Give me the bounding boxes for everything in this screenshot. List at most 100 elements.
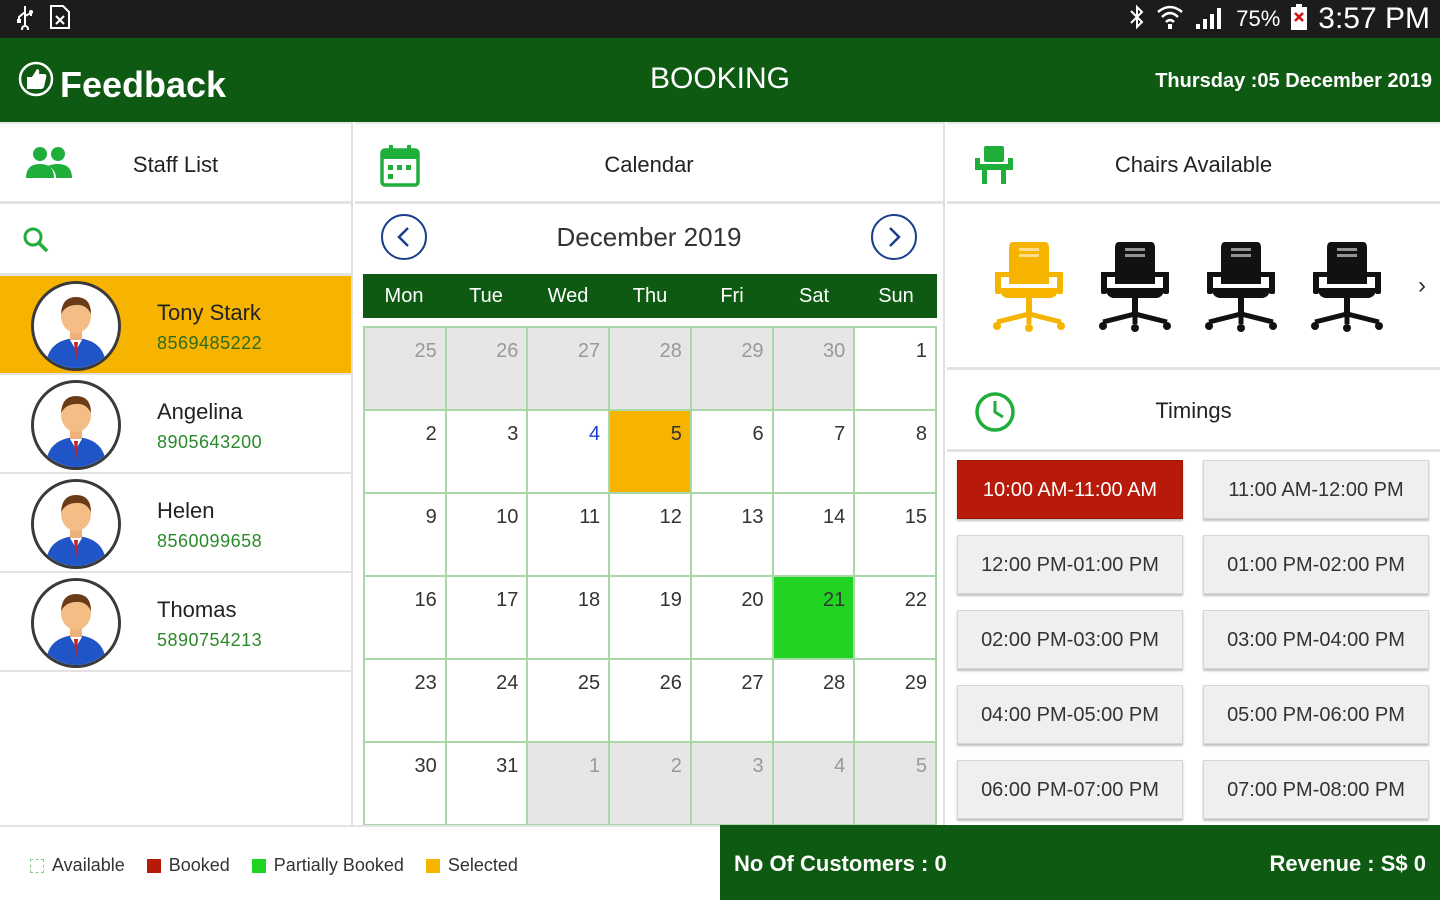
calendar-day-cell[interactable]: 17 [446, 577, 529, 660]
legend-swatch [30, 858, 44, 873]
timing-slot-button[interactable]: 04:00 PM-05:00 PM [957, 685, 1183, 744]
month-navigator: December 2019 [355, 204, 943, 274]
calendar-day-cell[interactable]: 22 [855, 577, 937, 660]
day-number: 29 [904, 672, 927, 694]
calendar-day-cell[interactable]: 4 [773, 743, 856, 826]
calendar-day-cell[interactable]: 24 [446, 660, 529, 743]
calendar-day-cell[interactable]: 27 [528, 328, 611, 411]
calendar-day-cell[interactable]: 1 [855, 328, 937, 411]
calendar-day-cell[interactable]: 27 [691, 660, 774, 743]
timing-slot-button[interactable]: 05:00 PM-06:00 PM [1203, 685, 1429, 744]
office-chair-icon[interactable] [1095, 238, 1175, 339]
timing-slot-button[interactable]: 06:00 PM-07:00 PM [957, 760, 1183, 819]
calendar-day-cell[interactable]: 3 [446, 411, 529, 494]
timing-slot-button[interactable]: 11:00 AM-12:00 PM [1203, 460, 1429, 519]
calendar-grid: 25 26 27 28 29 30 1 2 3 4 5 6 7 8 9 10 11 12 13 14 15 16 17 18 1… [363, 326, 937, 826]
day-number: 28 [823, 672, 846, 694]
calendar-day-cell[interactable]: 23 [365, 660, 447, 743]
timing-slot-button[interactable]: 03:00 PM-04:00 PM [1203, 610, 1429, 669]
calendar-day-cell[interactable]: 11 [528, 494, 611, 577]
calendar-day-cell[interactable]: 8 [855, 411, 937, 494]
staff-row[interactable]: Tony Stark 8569485222 [0, 276, 351, 375]
day-number: 7 [834, 423, 846, 445]
calendar-day-cell[interactable]: 25 [365, 328, 447, 411]
search-icon[interactable] [22, 226, 50, 259]
day-number: 30 [414, 755, 437, 777]
day-number: 25 [577, 672, 601, 694]
calendar-day-cell[interactable]: 2 [365, 411, 447, 494]
calendar-day-cell[interactable]: 18 [528, 577, 611, 660]
calendar-day-cell[interactable]: 30 [365, 743, 447, 826]
weekday-label: Fri [720, 285, 744, 307]
legend-item: Selected [425, 855, 518, 876]
calendar-day-cell[interactable]: 28 [610, 328, 692, 411]
office-chair-icon[interactable] [989, 238, 1069, 339]
month-label: December 2019 [556, 222, 742, 252]
calendar-header: Calendar [355, 122, 943, 204]
calendar-day-cell[interactable]: 3 [691, 743, 774, 826]
day-number: 14 [823, 506, 846, 528]
calendar-day-cell[interactable]: 5 [610, 411, 692, 494]
next-month-button[interactable] [871, 214, 917, 260]
calendar-day-cell[interactable]: 6 [691, 411, 774, 494]
calendar-day-cell[interactable]: 16 [365, 577, 447, 660]
day-number: 22 [904, 589, 927, 611]
calendar-day-cell[interactable]: 29 [855, 660, 937, 743]
status-bar: 75% 3:57 PM [0, 0, 1440, 38]
office-chair-icon[interactable] [1201, 238, 1281, 339]
calendar-day-cell[interactable]: 28 [773, 660, 856, 743]
calendar-day-cell[interactable]: 21 [773, 577, 856, 660]
calendar-day-cell[interactable]: 30 [773, 328, 856, 411]
calendar-day-cell[interactable]: 1 [528, 743, 611, 826]
calendar-day-cell[interactable]: 4 [528, 411, 611, 494]
staff-row[interactable]: Helen 8560099658 [0, 474, 351, 573]
calendar-day-cell[interactable]: 12 [610, 494, 692, 577]
calendar-day-cell[interactable]: 14 [773, 494, 856, 577]
calendar-day-cell[interactable]: 10 [446, 494, 529, 577]
calendar-day-cell[interactable]: 5 [855, 743, 937, 826]
chairs-header: Chairs Available [947, 122, 1440, 204]
day-number: 19 [659, 589, 682, 611]
calendar-day-cell[interactable]: 2 [610, 743, 692, 826]
avatar [31, 479, 121, 569]
calendar-day-cell[interactable]: 31 [446, 743, 529, 826]
calendar-day-cell[interactable]: 15 [855, 494, 937, 577]
timing-slot-button[interactable]: 10:00 AM-11:00 AM [957, 460, 1183, 519]
calendar-day-cell[interactable]: 26 [610, 660, 692, 743]
day-number: 3 [507, 423, 519, 445]
calendar-day-cell[interactable]: 26 [446, 328, 529, 411]
calendar-day-cell[interactable]: 25 [528, 660, 611, 743]
legend-item: Available [30, 855, 125, 876]
day-number: 25 [414, 340, 437, 362]
timing-slot-button[interactable]: 12:00 PM-01:00 PM [957, 535, 1183, 594]
weekday-header: Mon Tue Wed Thu Fri Sat Sun [363, 274, 937, 318]
staff-phone: 8560099658 [157, 531, 263, 551]
day-number: 26 [496, 340, 519, 362]
avatar [31, 380, 121, 470]
calendar-day-cell[interactable]: 19 [610, 577, 692, 660]
day-number: 3 [752, 755, 764, 777]
more-chairs-arrow[interactable]: › [1418, 272, 1426, 300]
timing-slot-button[interactable]: 07:00 PM-08:00 PM [1203, 760, 1429, 819]
calendar-day-cell[interactable]: 29 [691, 328, 774, 411]
day-number: 4 [589, 423, 601, 445]
usb-icon [14, 4, 36, 35]
app-bar: Feedback BOOKING Thursday :05 December 2… [0, 38, 1440, 122]
timing-slot-button[interactable]: 01:00 PM-02:00 PM [1203, 535, 1429, 594]
staff-row[interactable]: Angelina 8905643200 [0, 375, 351, 474]
avatar [31, 578, 121, 668]
revenue-total: Revenue : S$ 0 [1269, 851, 1426, 876]
weekday-label: Tue [469, 285, 503, 307]
weekday-label: Mon [384, 285, 424, 307]
day-number: 1 [915, 340, 927, 362]
staff-row[interactable]: Thomas 5890754213 [0, 573, 351, 672]
calendar-day-cell[interactable]: 20 [691, 577, 774, 660]
calendar-day-cell[interactable]: 13 [691, 494, 774, 577]
chairs-title: Chairs Available [1114, 152, 1273, 177]
calendar-day-cell[interactable]: 7 [773, 411, 856, 494]
day-number: 13 [741, 506, 764, 528]
timing-slot-button[interactable]: 02:00 PM-03:00 PM [957, 610, 1183, 669]
calendar-day-cell[interactable]: 9 [365, 494, 447, 577]
office-chair-icon[interactable] [1307, 238, 1387, 339]
staff-search[interactable] [0, 204, 351, 276]
